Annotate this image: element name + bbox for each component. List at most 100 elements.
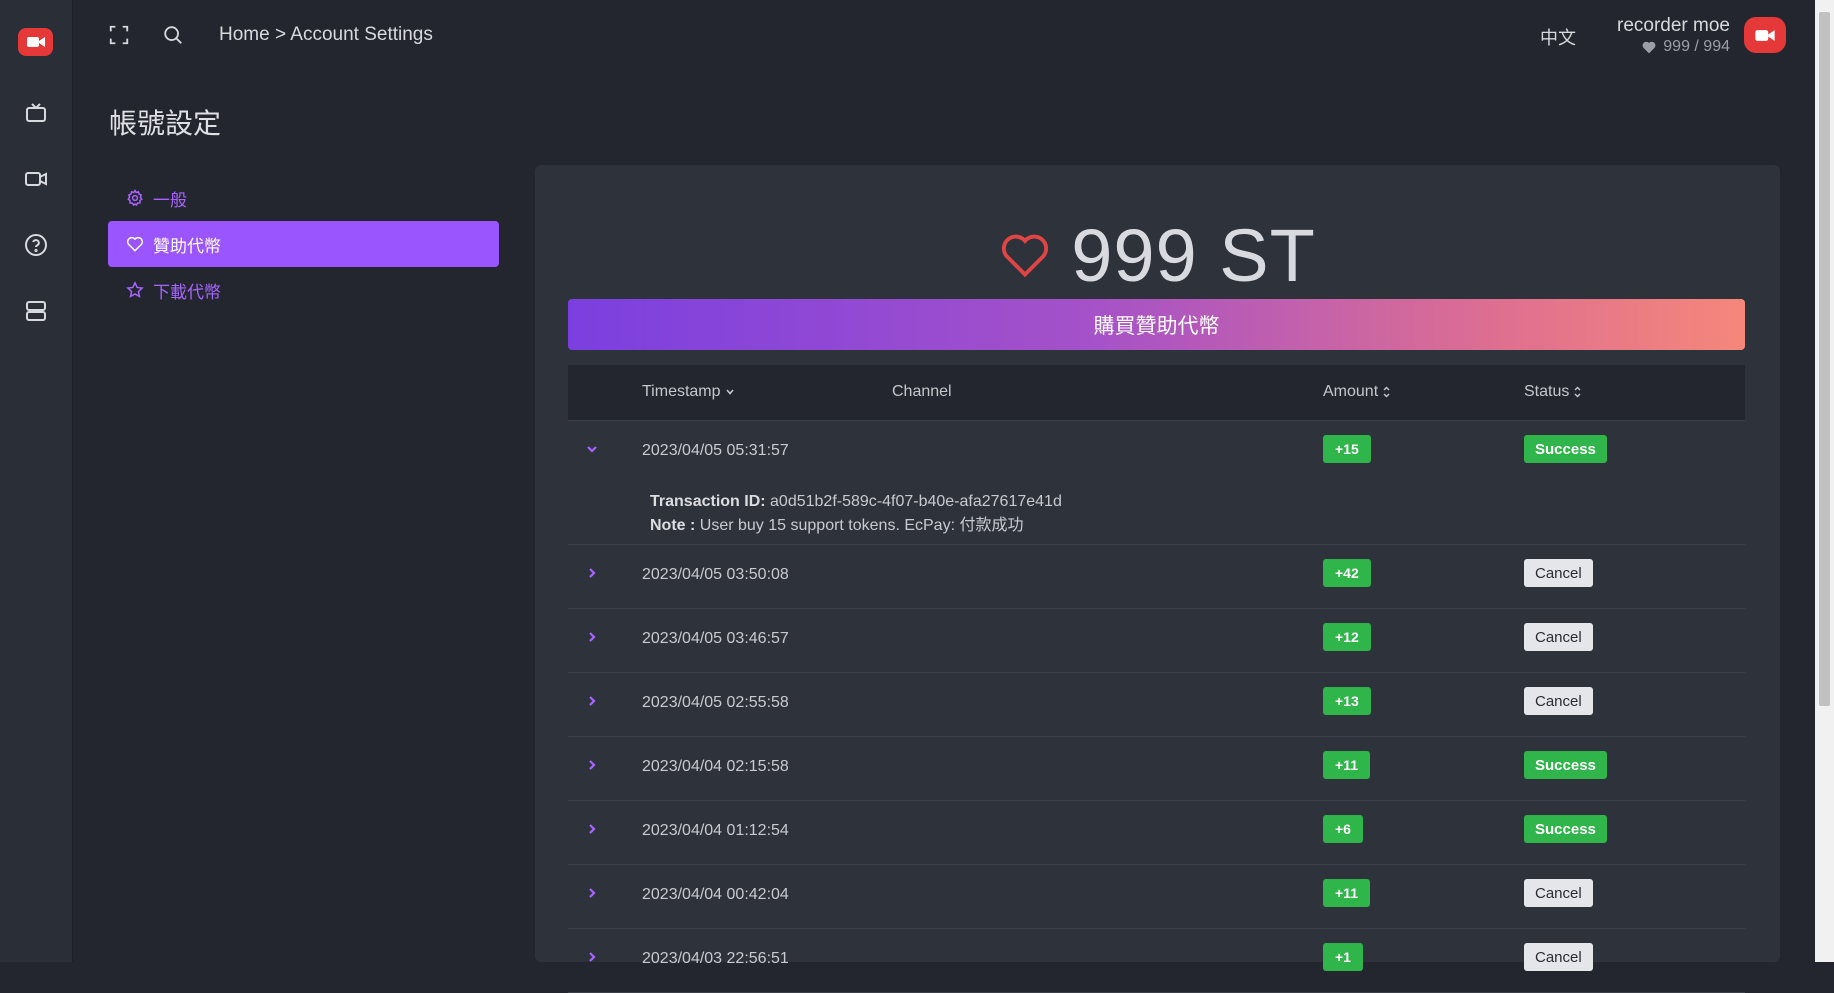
menu-item-general[interactable]: 一般: [108, 175, 499, 221]
video-icon: [25, 172, 47, 186]
user-token-count: 999 / 994: [1641, 38, 1730, 56]
column-header-amount[interactable]: Amount: [1323, 383, 1391, 401]
server-icon: [26, 301, 46, 321]
table-row[interactable]: 2023/04/05 02:55:58 +13 Cancel: [568, 673, 1745, 737]
top-bar: Home > Account Settings 中文 recorder moe …: [72, 0, 1834, 70]
status-badge: Cancel: [1524, 879, 1593, 907]
table-row[interactable]: 2023/04/04 00:42:04 +11 Cancel: [568, 865, 1745, 929]
transaction-id: a0d51b2f-589c-4f07-b40e-afa27617e41d: [770, 493, 1062, 510]
heart-icon: [126, 236, 144, 252]
search-button[interactable]: [158, 20, 188, 50]
chevron-right-icon: [589, 568, 596, 578]
chevron-right-icon: [589, 824, 596, 834]
chevron-right-icon: [589, 888, 596, 898]
video-camera-icon: [26, 37, 45, 47]
gear-icon: [127, 189, 143, 207]
table-row[interactable]: 2023/04/05 03:46:57 +12 Cancel: [568, 609, 1745, 673]
column-header-timestamp[interactable]: Timestamp: [642, 383, 735, 401]
menu-item-label: 下載代幣: [153, 282, 221, 302]
heart-icon: [1642, 41, 1656, 54]
row-timestamp: 2023/04/05 03:46:57: [642, 630, 789, 647]
sort-icon: [1574, 386, 1581, 398]
nav-server-button[interactable]: [21, 296, 51, 326]
transaction-id-label: Transaction ID:: [650, 493, 766, 510]
video-camera-icon: [1755, 29, 1775, 41]
settings-menu: 一般 贊助代幣 下載代幣: [108, 175, 499, 313]
transaction-note-label: Note :: [650, 517, 696, 534]
app-logo[interactable]: [18, 28, 53, 56]
icon-rail: [0, 0, 73, 962]
chevron-right-icon: [589, 952, 596, 962]
column-header-channel: Channel: [892, 383, 952, 400]
chevron-right-icon: [589, 760, 596, 770]
expand-row-button[interactable]: [584, 885, 600, 901]
table-row[interactable]: 2023/04/04 02:15:58 +11 Success: [568, 737, 1745, 801]
nav-help-button[interactable]: [21, 230, 51, 260]
row-timestamp: 2023/04/05 05:31:57: [642, 442, 789, 459]
row-timestamp: 2023/04/04 01:12:54: [642, 822, 789, 839]
status-badge: Success: [1524, 435, 1607, 463]
status-badge: Success: [1524, 751, 1607, 779]
table-row[interactable]: 2023/04/05 05:31:57 +15 Success Transact…: [568, 421, 1745, 545]
status-badge: Cancel: [1524, 943, 1593, 971]
token-balance: 999 ST: [535, 205, 1780, 305]
fullscreen-button[interactable]: [104, 20, 134, 50]
menu-item-label: 贊助代幣: [153, 236, 221, 256]
buy-support-tokens-button[interactable]: 購買贊助代幣: [568, 299, 1745, 350]
row-timestamp: 2023/04/04 02:15:58: [642, 758, 789, 775]
star-icon: [126, 281, 144, 298]
language-switch[interactable]: 中文: [1540, 24, 1576, 50]
sort-desc-icon: [725, 389, 734, 395]
fullscreen-icon: [109, 25, 129, 45]
amount-badge: +1: [1323, 943, 1363, 971]
heart-outline-icon: [1002, 234, 1049, 278]
status-badge: Cancel: [1524, 559, 1593, 587]
avatar[interactable]: [1744, 17, 1786, 53]
breadcrumb[interactable]: Home > Account Settings: [219, 24, 433, 46]
search-icon: [164, 26, 182, 44]
amount-badge: +11: [1323, 751, 1370, 779]
table-row[interactable]: 2023/04/05 03:50:08 +42 Cancel: [568, 545, 1745, 609]
amount-badge: +11: [1323, 879, 1370, 907]
transaction-detail: Transaction ID: a0d51b2f-589c-4f07-b40e-…: [650, 490, 1062, 538]
row-timestamp: 2023/04/04 00:42:04: [642, 886, 789, 903]
row-timestamp: 2023/04/03 22:56:51: [642, 950, 789, 967]
scrollbar[interactable]: [1815, 0, 1834, 962]
status-badge: Success: [1524, 815, 1607, 843]
expand-row-button[interactable]: [584, 693, 600, 709]
nav-tv-button[interactable]: [21, 98, 51, 128]
amount-badge: +15: [1323, 435, 1371, 463]
page-title: 帳號設定: [109, 108, 222, 139]
column-header-status[interactable]: Status: [1524, 383, 1582, 401]
menu-item-download-tokens[interactable]: 下載代幣: [108, 267, 499, 313]
table-row[interactable]: 2023/04/04 01:12:54 +6 Success: [568, 801, 1745, 865]
table-header: Timestamp Channel Amount Status: [568, 365, 1745, 421]
scrollbar-thumb[interactable]: [1819, 12, 1830, 706]
user-name[interactable]: recorder moe: [1617, 15, 1730, 37]
amount-badge: +42: [1323, 559, 1371, 587]
transaction-note-line: Note : User buy 15 support tokens. EcPay…: [650, 514, 1062, 538]
collapse-row-button[interactable]: [584, 441, 600, 457]
transactions-table: Timestamp Channel Amount Status 2023/04/…: [568, 365, 1745, 993]
help-circle-icon: [25, 234, 47, 256]
menu-item-support-tokens[interactable]: 贊助代幣: [108, 221, 499, 267]
table-row[interactable]: 2023/04/03 22:56:51 +1 Cancel: [568, 929, 1745, 993]
expand-row-button[interactable]: [584, 821, 600, 837]
amount-badge: +6: [1323, 815, 1363, 843]
chevron-down-icon: [587, 446, 597, 453]
sort-icon: [1383, 386, 1390, 398]
expand-row-button[interactable]: [584, 629, 600, 645]
transaction-id-line: Transaction ID: a0d51b2f-589c-4f07-b40e-…: [650, 490, 1062, 514]
expand-row-button[interactable]: [584, 565, 600, 581]
expand-row-button[interactable]: [584, 949, 600, 965]
status-badge: Cancel: [1524, 623, 1593, 651]
row-timestamp: 2023/04/05 03:50:08: [642, 566, 789, 583]
transaction-note: User buy 15 support tokens. EcPay: 付款成功: [699, 517, 1024, 534]
user-token-text: 999 / 994: [1663, 38, 1730, 55]
expand-row-button[interactable]: [584, 757, 600, 773]
chevron-right-icon: [589, 632, 596, 642]
menu-item-label: 一般: [153, 190, 187, 210]
row-timestamp: 2023/04/05 02:55:58: [642, 694, 789, 711]
tv-icon: [26, 103, 46, 122]
nav-video-button[interactable]: [21, 164, 51, 194]
